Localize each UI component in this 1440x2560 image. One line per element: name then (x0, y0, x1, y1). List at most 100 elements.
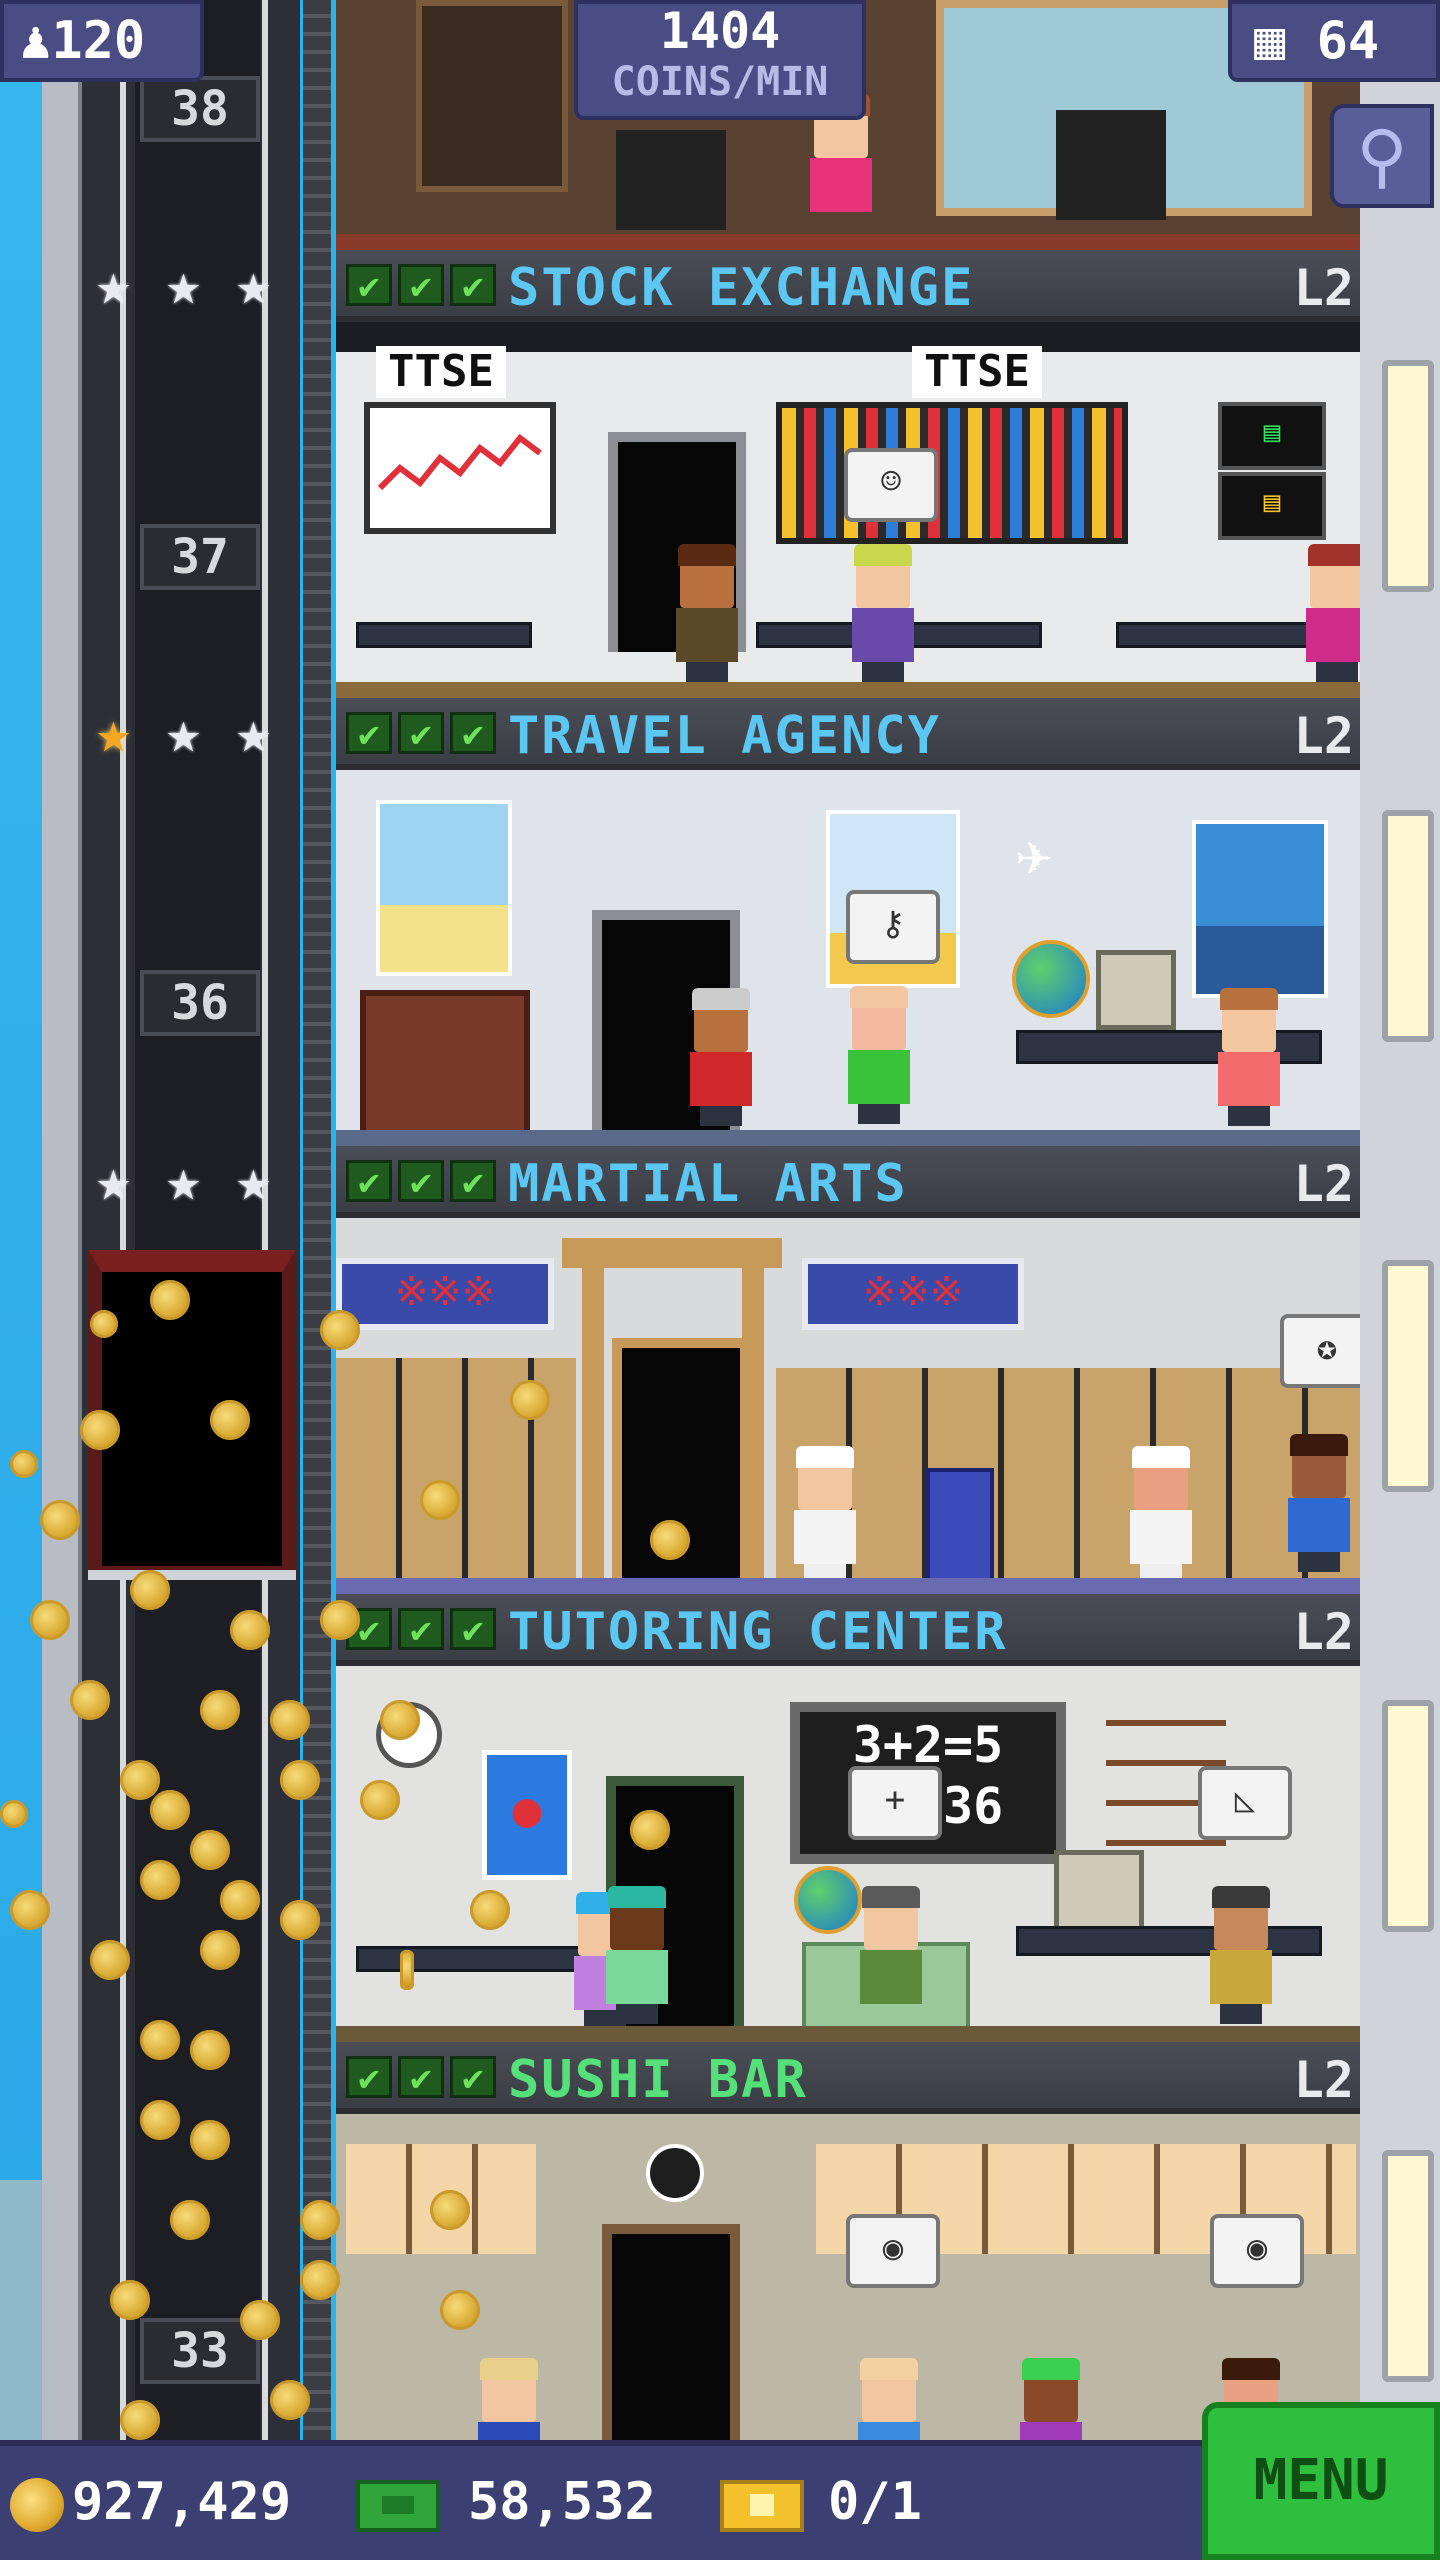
speech-bubble[interactable]: ⚷ (846, 890, 940, 964)
bitizen[interactable] (1126, 1446, 1196, 1584)
office-chair (1056, 110, 1166, 220)
speech-bubble[interactable]: ◉ (1210, 2214, 1304, 2288)
bitizen[interactable] (844, 986, 914, 1124)
dojo-wall-panels (776, 1368, 1360, 1578)
floor-level: L2 (1293, 707, 1354, 765)
floor-level: L2 (1293, 2051, 1354, 2109)
check-icon: ✔ (346, 712, 392, 755)
coins-per-minute-label: COINS/MIN (611, 59, 829, 105)
search-button[interactable]: ⚲ (1330, 104, 1434, 208)
floor-name: STOCK EXCHANGE (508, 258, 975, 318)
floor-level: L2 (1293, 1603, 1354, 1661)
stock-ticker-board (776, 402, 1128, 544)
speech-bubble[interactable]: + (848, 1766, 942, 1840)
floor-header[interactable]: ✔ ✔ ✔ MARTIAL ARTS L2 (336, 1146, 1360, 1218)
check-icon: ✔ (398, 2056, 444, 2099)
check-icon: ✔ (450, 712, 496, 755)
window (1382, 2150, 1434, 2382)
floor-header[interactable]: ✔ ✔ ✔ STOCK EXCHANGE L2 (336, 250, 1360, 322)
doorway (602, 2224, 740, 2440)
menu-button[interactable]: MENU (1202, 2402, 1440, 2560)
floor-stars: ★ ★ ★ (96, 702, 296, 762)
bitizen[interactable] (1302, 544, 1360, 682)
coins-per-minute-panel: 1404 COINS/MIN (574, 0, 866, 120)
check-icon: ✔ (398, 1608, 444, 1651)
beach-poster (376, 800, 512, 976)
desk (356, 622, 532, 648)
star-icon: ★ (96, 1146, 131, 1214)
floor-line (336, 2026, 1360, 2042)
stock-line-graph (377, 433, 542, 491)
desk (1016, 1926, 1322, 1956)
floor-checks: ✔ ✔ ✔ (346, 1608, 496, 1651)
floor-level: L2 (1293, 259, 1354, 317)
bitizen[interactable] (474, 2358, 544, 2440)
bitizen[interactable] (1206, 1886, 1276, 2024)
computer (1096, 950, 1176, 1030)
floor-line (336, 682, 1360, 698)
floor-number-37: 37 (140, 524, 260, 590)
window (1382, 360, 1434, 592)
star-icon: ★ (166, 698, 201, 766)
floor-stars: ★ ★ ★ (96, 254, 296, 314)
population-counter[interactable]: ♟120 (0, 0, 204, 82)
floor-line (336, 234, 1360, 250)
bitizen[interactable] (790, 1446, 860, 1584)
elevator-cable-right (262, 0, 268, 2440)
room: ✈ ⚷ (336, 770, 1360, 1146)
floor-stock-exchange[interactable]: ✔ ✔ ✔ STOCK EXCHANGE L2 TTSE TTSE ▤ ▤ ☺ (336, 250, 1360, 698)
bitizen[interactable] (848, 544, 918, 682)
sky (0, 0, 42, 2440)
speech-bubble[interactable]: ◺ (1198, 1766, 1292, 1840)
speech-bubble[interactable]: ◉ (846, 2214, 940, 2288)
star-icon: ★ (166, 1146, 201, 1214)
floor-checks: ✔ ✔ ✔ (346, 1160, 496, 1203)
bitizen[interactable] (602, 1886, 672, 2024)
airplane-icon: ✈ (1016, 820, 1053, 890)
speech-bubble[interactable]: ✪ (1280, 1314, 1360, 1388)
speech-bubble[interactable]: ☺ (844, 448, 938, 522)
floor-stars: ★ ★ ★ (96, 1150, 296, 1210)
ttse-sign: TTSE (912, 346, 1042, 398)
floor-checks: ✔ ✔ ✔ (346, 264, 496, 307)
floor-header[interactable]: ✔ ✔ ✔ SUSHI BAR L2 (336, 2042, 1360, 2114)
star-icon: ★ (236, 250, 271, 318)
coins-value: 927,429 (72, 2472, 292, 2532)
bitizen[interactable] (856, 1886, 926, 2022)
stock-chart-screen (364, 402, 556, 534)
computer (1054, 1850, 1144, 1932)
ticker-screen: ▤ (1218, 402, 1326, 470)
sushi-sign (646, 2144, 704, 2202)
floor-count-counter[interactable]: ▦ 64 (1228, 0, 1440, 82)
bitizen[interactable] (686, 988, 756, 1126)
check-icon: ✔ (346, 1160, 392, 1203)
training-bag (926, 1468, 994, 1586)
office-chair (616, 130, 726, 230)
bitizen[interactable] (672, 544, 742, 682)
bookshelf (416, 0, 568, 192)
bridge-poster (1192, 820, 1328, 998)
bitizen[interactable] (1284, 1434, 1354, 1572)
dojo-banner: ※※※ (802, 1258, 1024, 1330)
bitizen[interactable] (1214, 988, 1284, 1126)
tower-right-wall (1360, 0, 1440, 2440)
tower-left-wall (42, 0, 82, 2440)
elevator-car[interactable] (88, 1250, 296, 1580)
elevator-cable-left (120, 0, 126, 2440)
floor-header[interactable]: ✔ ✔ ✔ TRAVEL AGENCY L2 (336, 698, 1360, 770)
floor-name: SUSHI BAR (508, 2050, 808, 2110)
bitizen[interactable] (854, 2358, 924, 2440)
bitizen[interactable] (1016, 2358, 1086, 2440)
floor-tutoring-center[interactable]: ✔ ✔ ✔ TUTORING CENTER L2 ● 3+2=5 6 =36 +… (336, 1594, 1360, 2042)
room: TTSE TTSE ▤ ▤ ☺ (336, 322, 1360, 698)
building-icon: ▦ (1254, 11, 1286, 71)
golden-ticket-icon (720, 2480, 804, 2532)
floor-header[interactable]: ✔ ✔ ✔ TUTORING CENTER L2 (336, 1594, 1360, 1666)
floor-sushi-bar[interactable]: ✔ ✔ ✔ SUSHI BAR L2 ◉ ◉ (336, 2042, 1360, 2440)
bux-icon (356, 2480, 440, 2532)
floor-martial-arts[interactable]: ✔ ✔ ✔ MARTIAL ARTS L2 ※※※ ※※※ ✪ (336, 1146, 1360, 1594)
floor-name: TUTORING CENTER (508, 1602, 1008, 1662)
floor-line (336, 1130, 1360, 1146)
floor-travel-agency[interactable]: ✔ ✔ ✔ TRAVEL AGENCY L2 ✈ ⚷ (336, 698, 1360, 1146)
check-icon: ✔ (346, 264, 392, 307)
